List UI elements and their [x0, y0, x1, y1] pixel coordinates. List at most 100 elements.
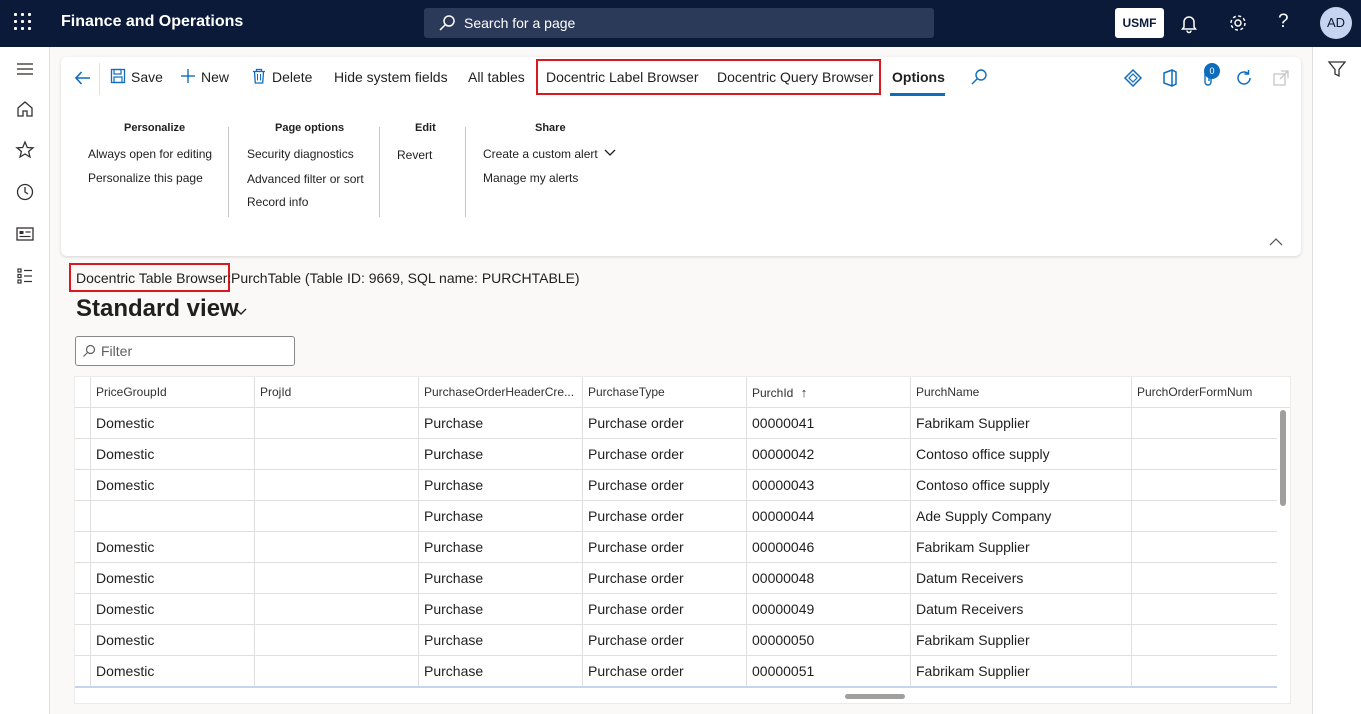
- gear-icon[interactable]: [1227, 12, 1249, 34]
- cell-purchorderformnum[interactable]: [1131, 439, 1277, 470]
- cell-pricegroupid[interactable]: Domestic: [90, 439, 254, 470]
- favorites-star-icon[interactable]: [15, 140, 35, 160]
- cell-purchorderformnum[interactable]: [1131, 532, 1277, 563]
- cell-projid[interactable]: [254, 532, 418, 563]
- vertical-scrollbar[interactable]: [1280, 410, 1286, 506]
- new-button[interactable]: New: [180, 69, 229, 85]
- docentric-label-browser-button[interactable]: Docentric Label Browser: [546, 69, 699, 85]
- all-tables-button[interactable]: All tables: [468, 69, 525, 85]
- table-row[interactable]: Domestic Purchase Purchase order 00000048 Da…: [75, 563, 1277, 594]
- filter-field[interactable]: [75, 336, 295, 366]
- workspaces-icon[interactable]: [15, 224, 35, 244]
- help-icon[interactable]: ?: [1278, 11, 1289, 33]
- cell-projid[interactable]: [254, 470, 418, 501]
- company-picker[interactable]: USMF: [1115, 8, 1164, 38]
- cell-purchorderformnum[interactable]: [1131, 470, 1277, 501]
- home-icon[interactable]: [15, 99, 35, 119]
- user-avatar[interactable]: AD: [1320, 7, 1352, 39]
- cell-purchid[interactable]: 00000046: [746, 532, 910, 563]
- cell-projid[interactable]: [254, 594, 418, 625]
- office-icon[interactable]: [1160, 68, 1180, 88]
- docentric-query-browser-button[interactable]: Docentric Query Browser: [717, 69, 873, 85]
- cell-purchasetype[interactable]: Purchase order: [582, 532, 746, 563]
- cell-pricegroupid[interactable]: Domestic: [90, 625, 254, 656]
- cell-purchname[interactable]: Ade Supply Company: [910, 501, 1131, 532]
- cell-purchname[interactable]: Fabrikam Supplier: [910, 532, 1131, 563]
- modules-list-icon[interactable]: [15, 266, 35, 286]
- cell-purchorderformnum[interactable]: [1131, 563, 1277, 594]
- back-arrow-icon[interactable]: [73, 68, 93, 88]
- table-row[interactable]: Purchase Purchase order 00000044 Ade Supply…: [75, 501, 1277, 532]
- column-header-projid[interactable]: ProjId: [254, 377, 418, 408]
- delete-button[interactable]: Delete: [251, 68, 312, 85]
- cell-purchname[interactable]: Datum Receivers: [910, 563, 1131, 594]
- cell-projid[interactable]: [254, 656, 418, 687]
- cell-purchasetype[interactable]: Purchase order: [582, 563, 746, 594]
- cell-purchid[interactable]: 00000051: [746, 656, 910, 687]
- cell-purchid[interactable]: 00000043: [746, 470, 910, 501]
- table-row[interactable]: Domestic Purchase Purchase order 00000049 Da…: [75, 594, 1277, 625]
- view-title[interactable]: Standard view: [76, 295, 239, 323]
- cell-purchname[interactable]: Fabrikam Supplier: [910, 625, 1131, 656]
- refresh-icon[interactable]: [1234, 68, 1254, 88]
- cell-purchorderformnum[interactable]: [1131, 625, 1277, 656]
- cell-purchaseorderheadercreation[interactable]: Purchase: [418, 625, 582, 656]
- cell-purchasetype[interactable]: Purchase order: [582, 594, 746, 625]
- cell-purchasetype[interactable]: Purchase order: [582, 439, 746, 470]
- personalize-this-page-button[interactable]: Personalize this page: [88, 171, 203, 185]
- cell-purchid[interactable]: 00000042: [746, 439, 910, 470]
- table-row[interactable]: Domestic Purchase Purchase order 00000050 Fa…: [75, 625, 1277, 656]
- cell-purchname[interactable]: Datum Receivers: [910, 594, 1131, 625]
- cell-pricegroupid[interactable]: Domestic: [90, 532, 254, 563]
- column-header-purchid[interactable]: PurchId ↑: [746, 377, 910, 408]
- power-apps-diamond-icon[interactable]: [1123, 68, 1143, 88]
- table-row[interactable]: Domestic Purchase Purchase order 00000042 Co…: [75, 439, 1277, 470]
- cell-pricegroupid[interactable]: Domestic: [90, 408, 254, 439]
- cell-purchaseorderheadercreation[interactable]: Purchase: [418, 439, 582, 470]
- cell-pricegroupid[interactable]: [90, 501, 254, 532]
- table-row[interactable]: Domestic Purchase Purchase order 00000043 Co…: [75, 470, 1277, 501]
- cell-purchname[interactable]: Fabrikam Supplier: [910, 656, 1131, 687]
- record-info-button[interactable]: Record info: [247, 195, 308, 209]
- cell-purchname[interactable]: Contoso office supply: [910, 439, 1131, 470]
- cell-purchid[interactable]: 00000044: [746, 501, 910, 532]
- cell-purchorderformnum[interactable]: [1131, 594, 1277, 625]
- page-search-box[interactable]: Search for a page: [424, 8, 934, 38]
- cell-projid[interactable]: [254, 625, 418, 656]
- table-row[interactable]: Domestic Purchase Purchase order 00000046 Fa…: [75, 532, 1277, 563]
- cell-purchasetype[interactable]: Purchase order: [582, 625, 746, 656]
- cell-purchid[interactable]: 00000048: [746, 563, 910, 594]
- table-row[interactable]: Domestic Purchase Purchase order 00000041 Fa…: [75, 408, 1277, 439]
- cell-purchaseorderheadercreation[interactable]: Purchase: [418, 563, 582, 594]
- cell-purchname[interactable]: Contoso office supply: [910, 470, 1131, 501]
- cell-purchaseorderheadercreation[interactable]: Purchase: [418, 408, 582, 439]
- column-header-purchname[interactable]: PurchName: [910, 377, 1131, 408]
- cell-purchasetype[interactable]: Purchase order: [582, 656, 746, 687]
- revert-button[interactable]: Revert: [397, 148, 432, 162]
- chevron-up-icon[interactable]: [1268, 236, 1284, 248]
- filter-funnel-icon[interactable]: [1327, 59, 1347, 79]
- column-header-purchaseorderheadercreation[interactable]: PurchaseOrderHeaderCre...: [418, 377, 582, 408]
- column-header-purchorderformnum[interactable]: PurchOrderFormNum: [1131, 377, 1290, 408]
- search-icon[interactable]: [970, 68, 988, 86]
- chevron-down-icon[interactable]: [234, 306, 248, 316]
- hide-system-fields-button[interactable]: Hide system fields: [334, 69, 448, 85]
- tab-options[interactable]: Options: [892, 69, 945, 85]
- cell-purchaseorderheadercreation[interactable]: Purchase: [418, 501, 582, 532]
- cell-purchorderformnum[interactable]: [1131, 501, 1277, 532]
- save-button[interactable]: Save: [110, 68, 163, 85]
- column-header-purchasetype[interactable]: PurchaseType: [582, 377, 746, 408]
- column-header-pricegroupid[interactable]: PriceGroupId: [90, 377, 254, 408]
- cell-purchaseorderheadercreation[interactable]: Purchase: [418, 594, 582, 625]
- cell-purchaseorderheadercreation[interactable]: Purchase: [418, 470, 582, 501]
- cell-pricegroupid[interactable]: Domestic: [90, 594, 254, 625]
- app-launcher-icon[interactable]: [14, 13, 34, 33]
- cell-purchname[interactable]: Fabrikam Supplier: [910, 408, 1131, 439]
- cell-projid[interactable]: [254, 408, 418, 439]
- create-custom-alert-button[interactable]: Create a custom alert: [483, 147, 616, 161]
- open-in-new-window-icon[interactable]: [1271, 68, 1291, 88]
- cell-pricegroupid[interactable]: Domestic: [90, 656, 254, 687]
- horizontal-scrollbar[interactable]: [845, 694, 905, 699]
- cell-purchasetype[interactable]: Purchase order: [582, 501, 746, 532]
- cell-purchasetype[interactable]: Purchase order: [582, 408, 746, 439]
